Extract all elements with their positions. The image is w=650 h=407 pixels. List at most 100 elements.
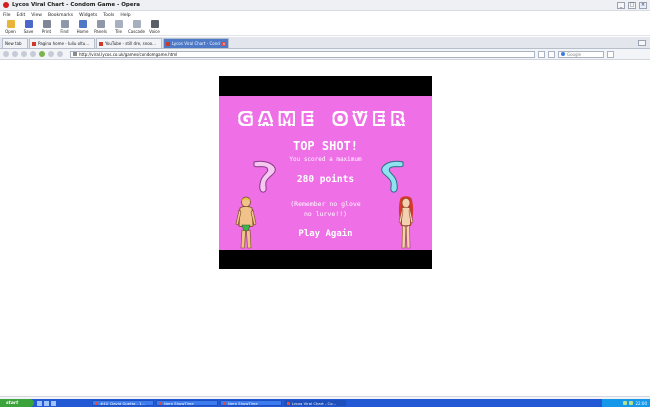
address-dropdown-button[interactable] (538, 50, 545, 58)
save-label: Save (23, 29, 34, 34)
print-button[interactable]: Print (38, 19, 55, 36)
open-label: Open (5, 29, 16, 34)
home-button[interactable]: Home (74, 19, 91, 36)
minimize-button[interactable]: _ (617, 1, 625, 9)
search-placeholder: Google (567, 51, 582, 57)
clock: 22:00 (635, 400, 647, 406)
opera-icon (3, 2, 9, 8)
windows-taskbar: start #4U_David Guetta - 1... Nero ShowT… (0, 399, 650, 407)
home-nav-icon[interactable] (57, 51, 63, 57)
google-icon (561, 52, 565, 56)
game-over-screen: GAME OVER TOP SHOT! You scored a maximum… (219, 96, 432, 250)
tab-label: Lycos Viral Chart - Cond... (172, 41, 220, 46)
tab-close-icon[interactable]: × (222, 41, 226, 46)
system-tray: 22:00 (602, 399, 650, 407)
url-text: http://viral.lycos.co.uk/games/condomgam… (79, 51, 178, 57)
cascade-label: Cascade (128, 29, 145, 34)
favicon-icon (99, 41, 103, 46)
fast-forward-icon[interactable] (30, 51, 36, 57)
tab-lycos-viral-chart[interactable]: Lycos Viral Chart - Cond... × (163, 38, 229, 48)
edit-icon[interactable] (48, 51, 54, 57)
favicon-icon (32, 41, 36, 46)
menu-help[interactable]: Help (120, 13, 130, 18)
menu-bookmarks[interactable]: Bookmarks (48, 13, 73, 18)
panels-button[interactable]: Panels (92, 19, 109, 36)
address-toolbar: http://viral.lycos.co.uk/games/condomgam… (0, 49, 650, 60)
tab-label: Pagina home - Iuliu oltu... (38, 41, 90, 46)
rewind-icon[interactable] (21, 51, 27, 57)
taskbar-item-active[interactable]: Lycos Viral Chart - Co... (284, 400, 346, 406)
find-label: Find (60, 29, 69, 34)
cascade-button[interactable]: Cascade (128, 19, 145, 36)
start-label: start (6, 400, 19, 406)
find-icon (60, 20, 69, 28)
taskbar-item[interactable]: #4U_David Guetta - 1... (92, 400, 154, 406)
app-icon (159, 401, 162, 405)
menu-tools[interactable]: Tools (103, 13, 114, 18)
open-button[interactable]: Open (2, 19, 19, 36)
menu-view[interactable]: View (31, 13, 42, 18)
tray-icon[interactable] (629, 401, 634, 405)
home-label: Home (76, 29, 89, 34)
save-icon (24, 20, 33, 28)
window-title: Lycos Viral Chart - Condom Game - Opera (12, 2, 140, 8)
reload-icon[interactable] (39, 51, 45, 57)
start-button[interactable]: start (0, 399, 34, 407)
tile-label: Tile (114, 29, 122, 34)
tab-bar: New tab Pagina home - Iuliu oltu... YouT… (0, 37, 650, 49)
search-go-button[interactable] (607, 50, 614, 58)
favicon-icon (166, 41, 170, 46)
go-button[interactable] (548, 50, 555, 58)
quick-launch-icon[interactable] (44, 400, 49, 406)
top-shot-title: TOP SHOT! (292, 139, 359, 153)
taskbar-buttons: #4U_David Guetta - 1... Nero ShowTime Ne… (92, 400, 346, 406)
voice-icon (150, 20, 159, 28)
page-icon (73, 52, 77, 56)
taskbar-item[interactable]: Nero ShowTime (220, 400, 282, 406)
tab-label: New tab (5, 41, 22, 46)
menu-widgets[interactable]: Widgets (79, 13, 97, 18)
voice-label: Voice (149, 29, 160, 34)
save-button[interactable]: Save (20, 19, 37, 36)
man-figure-icon (235, 196, 257, 249)
tab-new-tab[interactable]: New tab (2, 38, 28, 48)
search-field[interactable]: Google (558, 50, 604, 58)
tab-pagina-home[interactable]: Pagina home - Iuliu oltu... (29, 38, 95, 48)
menu-file[interactable]: File (3, 13, 11, 18)
taskbar-item-label: Nero ShowTime (228, 400, 258, 406)
main-toolbar: Open Save Print Find Home Panels Tile Ca… (0, 19, 650, 36)
panels-icon (96, 20, 105, 28)
print-label: Print (41, 29, 52, 34)
menu-edit[interactable]: Edit (17, 13, 26, 18)
menu-bar: File Edit View Bookmarks Widgets Tools H… (0, 11, 650, 19)
game-over-heading: GAME OVER (239, 110, 412, 128)
find-button[interactable]: Find (56, 19, 73, 36)
tab-menu-button[interactable] (638, 40, 646, 46)
taskbar-item[interactable]: Nero ShowTime (156, 400, 218, 406)
tile-icon (114, 20, 123, 28)
tab-youtube[interactable]: YouTube - still dre, snoo... (96, 38, 162, 48)
blue-condom-icon (381, 160, 404, 193)
voice-button[interactable]: Voice (146, 19, 163, 36)
flash-game[interactable]: GAME OVER TOP SHOT! You scored a maximum… (219, 76, 432, 269)
quick-launch (37, 400, 56, 406)
window-titlebar: Lycos Viral Chart - Condom Game - Opera … (0, 0, 650, 11)
tray-icon[interactable] (623, 401, 628, 405)
taskbar-item-label: #4U_David Guetta - 1... (100, 400, 146, 406)
print-icon (42, 20, 51, 28)
woman-figure-icon (398, 196, 414, 249)
close-button[interactable]: × (639, 1, 647, 9)
tile-button[interactable]: Tile (110, 19, 127, 36)
tab-label: YouTube - still dre, snoo... (105, 41, 156, 46)
panels-label: Panels (94, 29, 107, 34)
app-icon (223, 401, 226, 405)
address-field[interactable]: http://viral.lycos.co.uk/games/condomgam… (70, 50, 535, 58)
forward-icon[interactable] (12, 51, 18, 57)
app-icon (95, 401, 98, 405)
maximize-button[interactable]: □ (628, 1, 636, 9)
quick-launch-icon[interactable] (37, 400, 42, 406)
cascade-icon (132, 20, 141, 28)
back-icon[interactable] (3, 51, 9, 57)
quick-launch-icon[interactable] (51, 400, 56, 406)
pink-condom-icon (253, 160, 276, 193)
